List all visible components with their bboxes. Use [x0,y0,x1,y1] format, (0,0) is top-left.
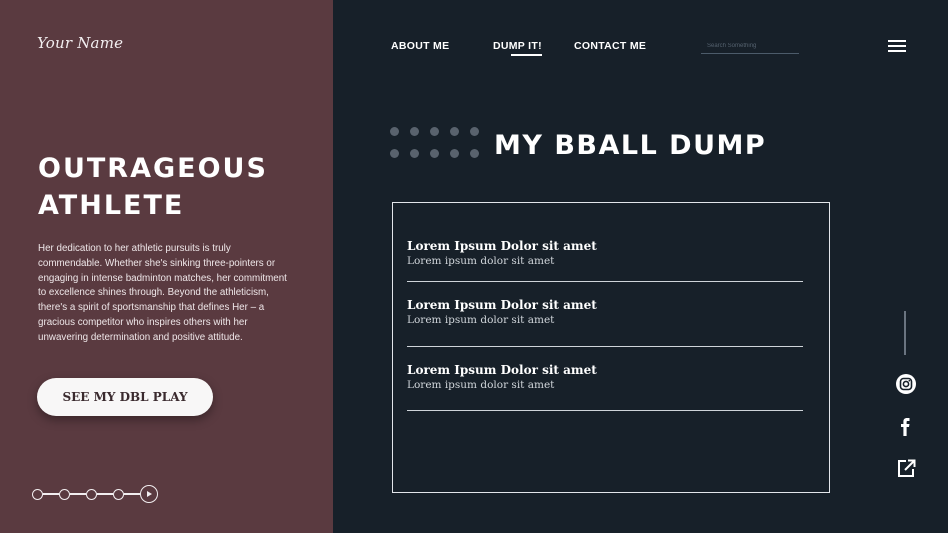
list-divider [407,410,803,411]
hero-title-line-2: ATHLETE [38,190,185,221]
list-item[interactable]: Lorem Ipsum Dolor sit amet Lorem ipsum d… [407,363,803,391]
list-item-title: Lorem Ipsum Dolor sit amet [407,298,597,312]
logo[interactable]: Your Name [37,34,123,52]
step-dot-3[interactable] [86,488,97,500]
hero-description: Her dedication to her athletic pursuits … [38,243,287,343]
page-title: MY BBALL DUMP [494,130,767,161]
instagram-icon[interactable] [895,373,917,399]
list-item[interactable]: Lorem Ipsum Dolor sit amet Lorem ipsum d… [407,239,803,267]
nav-about-me[interactable]: ABOUT ME [391,40,449,52]
list-item[interactable]: Lorem Ipsum Dolor sit amet Lorem ipsum d… [407,298,803,326]
list-item-title: Lorem Ipsum Dolor sit amet [407,363,597,377]
slide-stepper [32,485,158,503]
list-divider [407,346,803,347]
list-item-subtitle: Lorem ipsum dolor sit amet [407,379,555,391]
step-connector [70,493,86,495]
decorative-dots [390,127,485,161]
facebook-icon[interactable] [897,415,913,441]
play-icon[interactable] [140,485,158,503]
hamburger-menu-icon[interactable] [888,40,906,52]
nav-dump-it[interactable]: DUMP IT! [493,40,542,52]
step-connector [124,493,140,495]
step-connector [43,493,59,495]
list-divider [407,281,803,282]
step-dot-2[interactable] [59,488,70,500]
hero-title-line-1: OUTRAGEOUS [38,153,268,184]
step-dot-1[interactable] [32,488,43,500]
step-dot-4[interactable] [113,488,124,500]
hero-title: OUTRAGEOUS ATHLETE [38,150,268,224]
nav-active-indicator [511,54,542,56]
nav-contact-me[interactable]: CONTACT ME [574,40,646,52]
social-divider [904,311,906,355]
see-my-dbl-play-button[interactable]: SEE MY DBL PLAY [37,378,213,416]
list-item-subtitle: Lorem ipsum dolor sit amet [407,255,555,267]
search-input[interactable] [701,38,799,54]
step-connector [97,493,113,495]
dump-list: Lorem Ipsum Dolor sit amet Lorem ipsum d… [392,202,830,493]
list-item-title: Lorem Ipsum Dolor sit amet [407,239,597,253]
external-link-icon[interactable] [895,457,917,483]
list-item-subtitle: Lorem ipsum dolor sit amet [407,314,555,326]
